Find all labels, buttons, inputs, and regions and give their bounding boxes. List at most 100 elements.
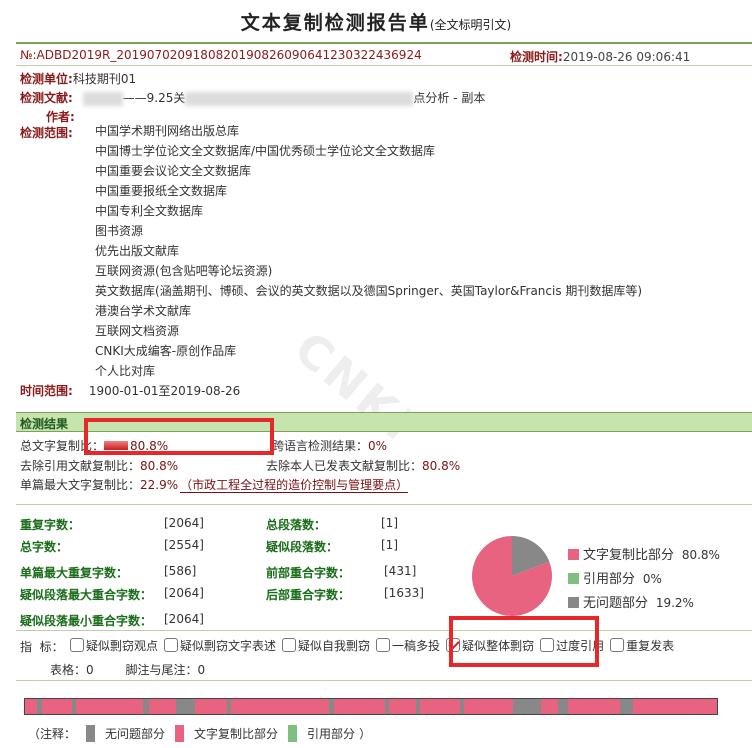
result-title: 检测结果 [20, 417, 69, 431]
scope-item: 中国专利全文数据库 [95, 204, 204, 218]
excl-ref-value: 80.8% [140, 459, 179, 473]
excl-ref-row: 去除引用文献复制比：80.8% [20, 457, 178, 474]
checkbox[interactable] [282, 638, 297, 652]
scope-list: 中国学术期刊网络出版总库中国博士学位论文全文数据库/中国优秀硕士学位论文全文数据… [95, 124, 642, 384]
legend-swatch [568, 573, 579, 584]
bar-segment-copy [540, 699, 558, 714]
note-close: ） [359, 727, 372, 741]
bar-segment-copy [420, 699, 460, 714]
bar-segment-copy [463, 699, 513, 714]
excl-ref-label: 去除引用文献复制比： [20, 459, 141, 473]
author-label: 作者: [46, 110, 75, 124]
scope-item: 图书资源 [95, 224, 144, 238]
front-overlap-label: 前部重合字数： [266, 566, 351, 580]
total-paras-value: [1] [381, 516, 398, 530]
indicator-item[interactable]: 疑似剽窃观点 [70, 638, 158, 653]
scope-item: 中国博士学位论文全文数据库/中国优秀硕士学位论文全文数据库 [95, 144, 436, 158]
report-title: 文本复制检测报告单(全文标明引文) [0, 8, 752, 35]
pie-legend-item: 引用部分 0% [568, 568, 720, 592]
pie-legend: 文字复制比部分 80.8% 引用部分 0% 无问题部分 19.2% [568, 544, 720, 616]
sus-paras-value: [1] [381, 538, 398, 552]
repeat-chars-label: 重复字数： [20, 518, 81, 532]
table-label: 表格： [50, 663, 87, 677]
indicators-divider [16, 630, 752, 631]
indicator-label: 疑似自我剽窃 [298, 639, 371, 653]
sus-min-label: 疑似段落最小重合字数： [20, 614, 153, 628]
bar-segment-copy [25, 699, 38, 714]
back-overlap-value: [1633] [384, 586, 424, 600]
report-title-text: 文本复制检测报告单 [240, 12, 430, 34]
legend-value: 19.2% [652, 596, 694, 610]
table-foot-row: 表格：0 脚注与尾注：0 [50, 661, 205, 678]
scope-label: 检测范围: [20, 126, 73, 140]
cross-lang-label: 跨语言检测结果： [272, 439, 369, 453]
excl-self-value: 80.8% [422, 459, 461, 473]
indicator-item[interactable]: 重复发表 [610, 638, 675, 653]
note-copy: 文字复制比部分 [194, 727, 279, 741]
sus-paras-label: 疑似段落数： [266, 540, 339, 554]
doc-row: 检测文献: ——9.25关 点分析 - 副本 [20, 89, 485, 106]
front-overlap-value: [431] [384, 564, 417, 578]
scope-item: 互联网资源(包含贴吧等论坛资源) [95, 264, 273, 278]
sus-min-value: [2064] [164, 612, 204, 626]
bar-segment-copy [231, 699, 330, 714]
max-single-source-link[interactable]: （市政工程全过程的造价控制与管理要点） [180, 478, 409, 493]
cross-lang-row: 跨语言检测结果：0% [272, 437, 387, 454]
redacted-block [185, 91, 414, 106]
foot-value: 0 [197, 663, 206, 677]
legend-swatch [568, 597, 579, 608]
legend-label: 无问题部分 [583, 596, 649, 611]
checkbox[interactable] [70, 638, 84, 652]
legend-value: 0% [639, 572, 662, 586]
section-divider [16, 504, 752, 505]
bar-segment-copy [195, 699, 228, 714]
scope-item: CNKI大成编客-原创作品库 [95, 344, 237, 358]
highlight-box-total-copy [84, 418, 274, 455]
time-label: 时间范围: [20, 384, 73, 398]
indicator-label: 重复发表 [626, 639, 675, 653]
report-id: №:ADBD2019R_2019070209180820190826090641… [20, 48, 422, 62]
check-time: 检测时间:2019-08-26 09:06:41 [510, 48, 690, 65]
checkbox[interactable] [610, 638, 625, 652]
time-value: 1900-01-01至2019-08-26 [88, 384, 241, 398]
doc-part1: ——9.25关 [122, 91, 186, 105]
unit-row: 检测单位:科技期刊01 [20, 70, 136, 87]
indicator-item[interactable]: 疑似剽窃文字表述 [164, 638, 277, 653]
indicator-label: 一稿多投 [392, 639, 441, 653]
indicator-item[interactable]: 疑似自我剽窃 [282, 638, 371, 653]
foot-label: 脚注与尾注： [125, 663, 198, 677]
checkbox[interactable] [376, 638, 391, 652]
bar-segment-none [620, 699, 633, 714]
note-none-swatch [86, 725, 96, 742]
scope-item: 优先出版文献库 [95, 244, 180, 258]
indicator-item[interactable]: 一稿多投 [376, 638, 441, 653]
scope-item: 中国重要报纸全文数据库 [95, 184, 228, 198]
max-repeat-value: [586] [164, 564, 197, 578]
max-single-row: 单篇最大文字复制比：22.9% （市政工程全过程的造价控制与管理要点） [20, 476, 409, 493]
bar-segment-copy [632, 699, 717, 714]
total-chars-label: 总字数： [20, 540, 69, 554]
note-ref: 引用部分 [307, 727, 356, 741]
max-single-label: 单篇最大文字复制比： [20, 478, 141, 492]
scope-item: 港澳台学术文献库 [95, 304, 192, 318]
excl-self-row: 去除本人已发表文献复制比：80.8% [266, 457, 460, 474]
legend-label: 引用部分 [583, 572, 636, 587]
bar-segment-none [175, 699, 196, 714]
scope-item: 中国学术期刊网络出版总库 [95, 124, 240, 138]
note-ref-swatch [288, 725, 298, 742]
table-value: 0 [86, 663, 94, 677]
indicator-label: 疑似剽窃文字表述 [180, 639, 277, 653]
checkbox[interactable] [164, 638, 179, 652]
sus-max-label: 疑似段落最大重合字数： [20, 588, 153, 602]
bar-segment-copy [388, 699, 416, 714]
total-paras-label: 总段落数： [266, 518, 327, 532]
bar-segment-copy [76, 699, 143, 714]
bar-note: （注释： 无问题部分 文字复制比部分 引用部分） [28, 725, 371, 742]
bar-segment-copy [333, 699, 385, 714]
max-repeat-label: 单篇最大重复字数： [20, 566, 129, 580]
unit-label: 检测单位: [20, 72, 73, 86]
header-bar: №:ADBD2019R_2019070209180820190826090641… [16, 42, 752, 66]
scope-item: 互联网文档资源 [95, 324, 180, 338]
pie-legend-item: 文字复制比部分 80.8% [568, 544, 720, 568]
note-open: （注释： [28, 727, 77, 741]
